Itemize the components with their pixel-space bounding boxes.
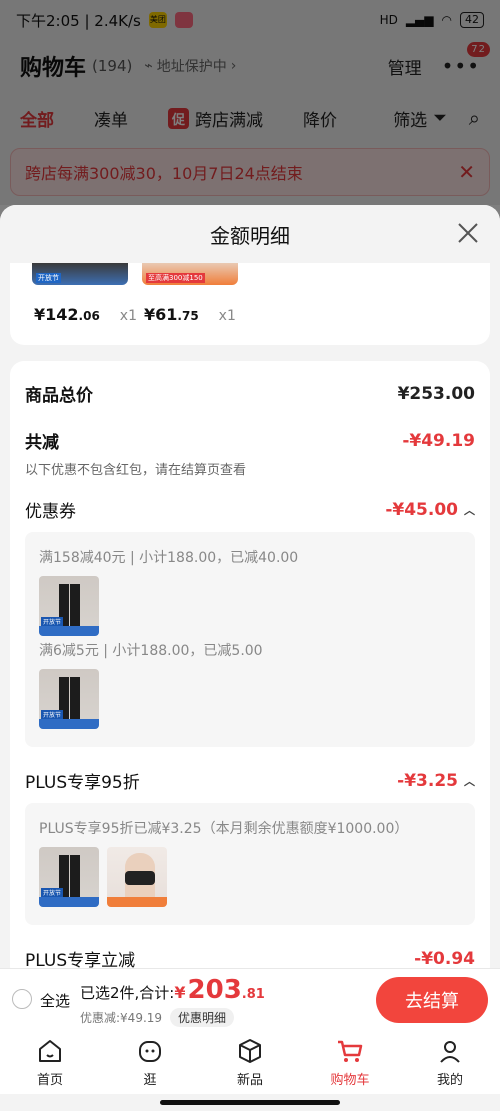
coupon-item-text: 满158减40元 | 小计188.00，已减40.00	[39, 550, 299, 566]
product-qty: x1	[119, 308, 137, 324]
checkout-bar: 全选 已选2件,合计: ¥ 203 .81 优惠减:¥49.19 优惠明细 去结…	[0, 968, 500, 1030]
selected-label: 已选2件,合计:	[80, 984, 175, 1002]
home-icon	[39, 1040, 61, 1062]
total-row: 商品总价 ¥253.00	[25, 381, 475, 407]
plus95-desc: PLUS专享95折已减¥3.25（本月剩余优惠额度¥1000.00）	[39, 821, 409, 837]
bottom-nav: 首页 逛 新品 购物车 我的	[0, 1030, 500, 1094]
coupon-label: 优惠券	[25, 502, 76, 522]
nav-home[interactable]: 首页	[0, 1030, 100, 1094]
coupon-item-text: 满6减5元 | 小计188.00，已减5.00	[39, 643, 263, 659]
chevron-up-icon: ︿	[464, 503, 475, 517]
discount-line: 优惠减:¥49.19 优惠明细	[80, 1008, 235, 1027]
amount-int: 203	[187, 975, 242, 1005]
chevron-up-icon: ︿	[464, 774, 475, 788]
price-dec: .75	[177, 309, 199, 323]
nav-label: 首页	[36, 1073, 63, 1088]
plus95-detail-box: PLUS专享95折已减¥3.25（本月剩余优惠额度¥1000.00） 开放节	[25, 803, 475, 925]
box-icon	[239, 1039, 261, 1063]
nav-label: 逛	[143, 1073, 157, 1088]
reduce-value: -¥49.19	[402, 430, 475, 451]
nav-label: 我的	[436, 1073, 463, 1088]
face-icon	[139, 1041, 161, 1062]
sheet-header: 金额明细	[0, 205, 500, 263]
nav-label: 购物车	[330, 1073, 370, 1088]
selected-products: 开放节 至高满300减150 ¥142 .06 x1 ¥61 .75 x1	[10, 263, 490, 345]
price-int: ¥61	[144, 305, 178, 324]
select-all-label[interactable]: 全选	[40, 990, 70, 1011]
product-price: ¥61 .75 x1	[144, 305, 236, 324]
coupon-value: -¥45.00	[385, 499, 458, 520]
nav-label: 新品	[236, 1073, 263, 1088]
coupon-row[interactable]: 优惠券 -¥45.00 ︿	[25, 497, 475, 523]
price-breakdown-card: 商品总价 ¥253.00 共减 -¥49.19 以下优惠不包含红包，请在结算页查…	[10, 361, 490, 981]
nav-cart[interactable]: 购物车	[300, 1030, 400, 1094]
discount-text: 优惠减:¥49.19	[80, 1011, 163, 1025]
product-image: 开放节	[39, 847, 99, 907]
amount-dec: .81	[241, 987, 265, 1002]
total-summary: 已选2件,合计: ¥ 203 .81	[80, 975, 265, 1005]
nav-new[interactable]: 新品	[200, 1030, 300, 1094]
product-thumbnail[interactable]: 开放节	[32, 263, 128, 285]
plus95-row[interactable]: PLUS专享95折 -¥3.25 ︿	[25, 768, 475, 794]
discount-detail-button[interactable]: 优惠明细	[170, 1008, 235, 1027]
reduce-label: 共减	[25, 433, 59, 453]
product-qty: x1	[218, 308, 236, 324]
product-label: 开放节	[36, 273, 61, 283]
nav-mine[interactable]: 我的	[400, 1030, 500, 1094]
modal-overlay[interactable]	[0, 0, 500, 205]
close-icon[interactable]	[456, 221, 480, 245]
sheet-title: 金额明细	[210, 223, 290, 248]
checkout-button[interactable]: 去结算	[376, 977, 488, 1023]
coupon-detail-box: 满158减40元 | 小计188.00，已减40.00 开放节 满6减5元 | …	[25, 532, 475, 747]
reduce-note: 以下优惠不包含红包，请在结算页查看	[25, 463, 247, 478]
nav-browse[interactable]: 逛	[100, 1030, 200, 1094]
product-label: 至高满300减150	[146, 273, 205, 283]
currency-symbol: ¥	[174, 983, 186, 1002]
home-indicator	[160, 1100, 340, 1105]
price-dec: .06	[78, 309, 100, 323]
plus95-value: -¥3.25	[397, 770, 458, 791]
cart-icon	[338, 1040, 363, 1062]
product-image: 开放节	[39, 576, 99, 636]
product-thumbnail[interactable]: 至高满300减150	[142, 263, 238, 285]
product-price: ¥142 .06 x1	[34, 305, 137, 324]
product-image: 开放节	[39, 669, 99, 729]
total-value: ¥253.00	[397, 383, 475, 404]
price-int: ¥142	[34, 305, 79, 324]
user-icon	[440, 1041, 460, 1063]
total-label: 商品总价	[25, 386, 93, 406]
product-image	[107, 847, 167, 907]
plus95-label: PLUS专享95折	[25, 773, 140, 793]
reduce-row: 共减 -¥49.19	[25, 428, 475, 454]
plus-direct-value: -¥0.94	[414, 948, 475, 969]
select-all-checkbox[interactable]	[12, 989, 32, 1009]
